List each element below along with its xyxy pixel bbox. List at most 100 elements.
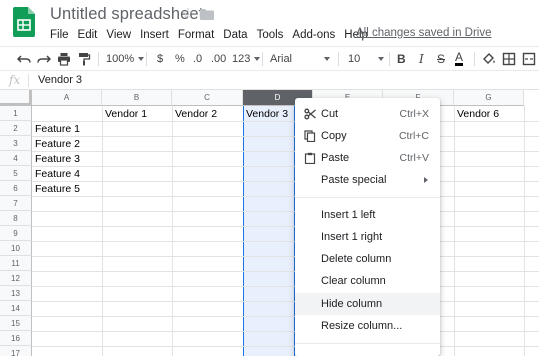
- more-formats-select[interactable]: 123: [232, 51, 261, 67]
- column-header-a[interactable]: A: [32, 90, 102, 106]
- row-header[interactable]: 16: [0, 331, 32, 346]
- menu-divider: [295, 197, 440, 198]
- cell-b1[interactable]: Vendor 1: [105, 107, 147, 122]
- row-header[interactable]: 6: [0, 181, 32, 196]
- toolbar: 100% $ % .0 .00 123 Arial 10 B I S A: [0, 46, 539, 70]
- menu-item-label: Resize column...: [321, 320, 403, 332]
- star-icon[interactable]: ☆: [181, 6, 194, 21]
- cell-a4[interactable]: Feature 3: [35, 152, 80, 167]
- menu-item-paste-special[interactable]: Paste special: [295, 169, 440, 191]
- menu-item-label: Hide column: [321, 298, 383, 310]
- grid-line: [172, 106, 173, 356]
- row-header[interactable]: 10: [0, 241, 32, 256]
- menu-item-resize-column[interactable]: Resize column...: [295, 315, 440, 337]
- row-header[interactable]: 17: [0, 346, 32, 356]
- grid-line: [102, 106, 103, 356]
- menu-file[interactable]: File: [50, 29, 69, 41]
- grid-line: [454, 106, 455, 356]
- cell-g1[interactable]: Vendor 6: [457, 107, 499, 122]
- cell-a6[interactable]: Feature 5: [35, 182, 80, 197]
- column-header-g[interactable]: G: [454, 90, 524, 106]
- chevron-down-icon: [138, 57, 145, 62]
- row-header[interactable]: 13: [0, 286, 32, 301]
- row-header[interactable]: 8: [0, 211, 32, 226]
- menu-item-delete-column[interactable]: Delete column: [295, 248, 440, 270]
- strikethrough-button[interactable]: S: [437, 51, 445, 67]
- menu-view[interactable]: View: [106, 29, 131, 41]
- menu-item-insert-left[interactable]: Insert 1 left: [295, 204, 440, 226]
- row-header[interactable]: 1: [0, 106, 32, 121]
- row-header[interactable]: 7: [0, 196, 32, 211]
- menu-item-label: Delete column: [321, 253, 392, 265]
- menu-format[interactable]: Format: [178, 29, 214, 41]
- row-header[interactable]: 2: [0, 121, 32, 136]
- cell-d1[interactable]: Vendor 3: [246, 107, 288, 122]
- text-color-button[interactable]: A: [455, 51, 464, 66]
- undo-icon[interactable]: [17, 52, 31, 66]
- percent-format-button[interactable]: %: [175, 51, 185, 67]
- zoom-select[interactable]: 100%: [106, 51, 145, 67]
- italic-button[interactable]: I: [419, 51, 424, 67]
- menu-item-insert-right[interactable]: Insert 1 right: [295, 226, 440, 248]
- column-header-b[interactable]: B: [102, 90, 172, 106]
- cell-c1[interactable]: Vendor 2: [175, 107, 217, 122]
- font-size-value: 10: [348, 53, 361, 65]
- formula-input[interactable]: Vendor 3: [38, 74, 82, 86]
- toolbar-divider: [389, 52, 390, 66]
- copy-icon: [304, 130, 316, 142]
- merge-cells-icon[interactable]: [522, 52, 536, 66]
- menu-data[interactable]: Data: [223, 29, 247, 41]
- row-header[interactable]: 9: [0, 226, 32, 241]
- grid-line: [32, 241, 539, 242]
- decrease-decimals-button[interactable]: .0: [193, 51, 202, 67]
- row-header[interactable]: 12: [0, 271, 32, 286]
- select-all-corner[interactable]: [0, 90, 32, 106]
- paint-format-icon[interactable]: [77, 52, 91, 66]
- menu-item-hide-column[interactable]: Hide column: [295, 293, 440, 315]
- chevron-down-icon: [254, 57, 261, 62]
- cell-a2[interactable]: Feature 1: [35, 122, 80, 137]
- redo-icon[interactable]: [37, 52, 51, 66]
- bold-button[interactable]: B: [397, 51, 406, 67]
- menu-item-clear-column[interactable]: Clear column: [295, 270, 440, 292]
- print-icon[interactable]: [57, 52, 71, 66]
- row-header[interactable]: 11: [0, 256, 32, 271]
- toolbar-divider: [474, 52, 475, 66]
- chevron-down-icon: [378, 57, 384, 61]
- row-header[interactable]: 5: [0, 166, 32, 181]
- row-header[interactable]: 15: [0, 316, 32, 331]
- menu-item-label: Copy: [321, 130, 347, 142]
- menu-item-label: Paste special: [321, 174, 387, 186]
- spreadsheet-grid[interactable]: A B C D E F G 1 2 3 4 5 6 7 8 9 10 11 12…: [0, 90, 539, 356]
- menu-tools[interactable]: Tools: [257, 29, 284, 41]
- sheets-logo-icon[interactable]: [13, 7, 35, 37]
- fx-icon: fx: [9, 73, 21, 87]
- font-family-select[interactable]: Arial: [270, 51, 330, 67]
- context-menu: Cut Ctrl+X Copy Ctrl+C Paste Ctrl+V Past…: [295, 98, 440, 356]
- menu-item-copy[interactable]: Copy Ctrl+C: [295, 125, 440, 147]
- borders-icon[interactable]: [502, 52, 516, 66]
- selected-column-highlight: [243, 106, 295, 356]
- cell-a5[interactable]: Feature 4: [35, 167, 80, 182]
- menu-item-paste[interactable]: Paste Ctrl+V: [295, 147, 440, 169]
- cell-a3[interactable]: Feature 2: [35, 137, 80, 152]
- menu-item-cut[interactable]: Cut Ctrl+X: [295, 103, 440, 125]
- shortcut-hint: Ctrl+V: [399, 152, 429, 164]
- save-status-link[interactable]: All changes saved in Drive: [356, 27, 492, 39]
- font-size-select[interactable]: 10: [348, 51, 384, 67]
- menu-insert[interactable]: Insert: [140, 29, 169, 41]
- menu-edit[interactable]: Edit: [78, 29, 98, 41]
- grid-line: [32, 346, 539, 347]
- zoom-value: 100%: [106, 53, 135, 65]
- menu-addons[interactable]: Add-ons: [292, 29, 335, 41]
- increase-decimals-button[interactable]: .00: [211, 51, 226, 67]
- column-header-c[interactable]: C: [172, 90, 243, 106]
- folder-icon[interactable]: [200, 9, 214, 20]
- grid-line: [32, 181, 539, 182]
- fill-color-icon[interactable]: [482, 52, 496, 66]
- row-header[interactable]: 14: [0, 301, 32, 316]
- row-header[interactable]: 3: [0, 136, 32, 151]
- formula-bar: fx Vendor 3: [0, 70, 539, 90]
- row-header[interactable]: 4: [0, 151, 32, 166]
- currency-format-button[interactable]: $: [157, 51, 163, 67]
